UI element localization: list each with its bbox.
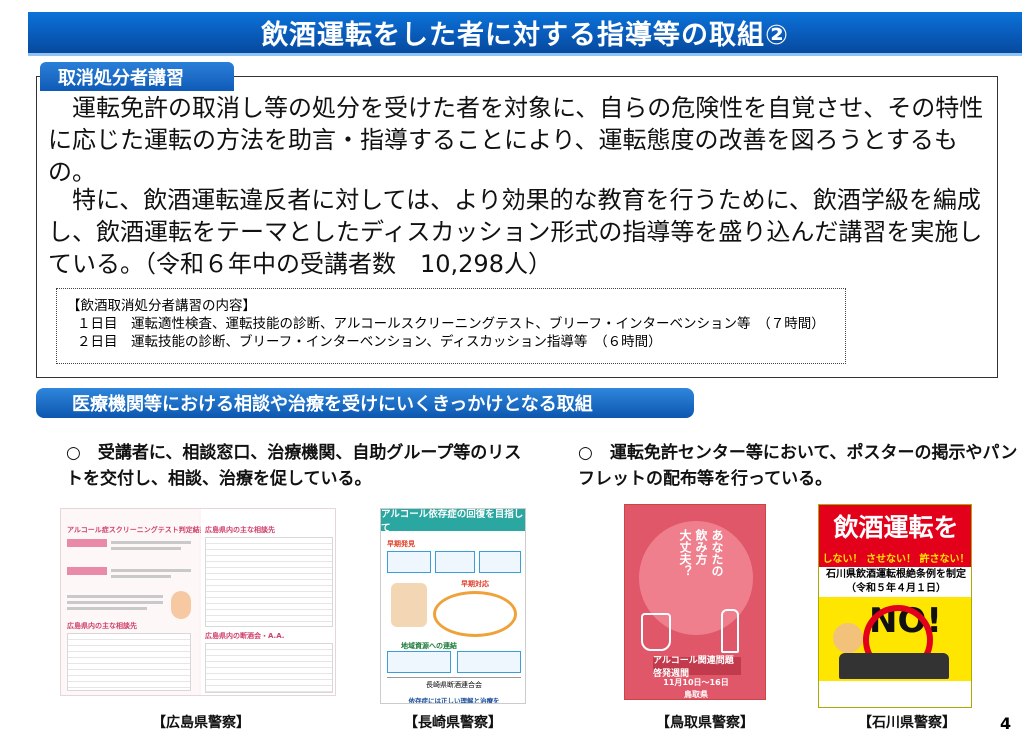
glass-icon (641, 613, 671, 651)
poster-law-text: 石川県飲酒運転根絶条例を制定 （令和５年４月１日） (819, 567, 971, 597)
text-line (67, 601, 163, 604)
hiroshima-brochure-image: アルコール症スクリーニングテスト判定結果 広島県内の主な相談先 広島県内の主な相… (60, 508, 336, 696)
course-day-1: １日目 運転適性検査、運転技能の診断、アルコールスクリーニングテスト、ブリーフ・… (77, 316, 825, 332)
page-number: 4 (1000, 714, 1012, 733)
vertical-text-1: あなたの (710, 529, 724, 577)
contact-table-right (205, 537, 333, 627)
course-day-2: ２日目 運転技能の診断、ブリーフ・インターベンション、ディスカッション指導等 （… (77, 334, 662, 350)
info-block (387, 551, 431, 573)
paragraph-2: 特に、飲酒運転違反者に対しては、より効果的な教育を行うために、飲酒学級を編成し、… (48, 186, 983, 278)
text-line (111, 547, 181, 550)
page-title: 飲酒運転をした者に対する指導等の取組② (261, 20, 789, 51)
page-title-bar: 飲酒運転をした者に対する指導等の取組② (28, 12, 1022, 56)
poster-footer: 依存症には正しい理解と治療を (408, 697, 500, 704)
brochure-title: アルコール症スクリーニングテスト判定結果 (67, 526, 207, 534)
course-content-box: 【飲酒取消処分者講習の内容】 １日目 運転適性検査、運転技能の診断、アルコールス… (56, 288, 846, 364)
cycle-arrow-icon (433, 591, 517, 637)
nagasaki-poster-image: アルコール依存症の回復を目指して 早期発見 早期対応 地域資源への連結 長崎県断… (380, 508, 526, 704)
poster-header: アルコール依存症の回復を目指して (381, 509, 525, 534)
caption-ishikawa: 【石川県警察】 (858, 715, 956, 731)
info-block (435, 551, 475, 573)
law-name: 石川県飲酒運転根絶条例を制定 (826, 569, 966, 580)
brochure-right-page: 広島県内の主な相談先 広島県内の断酒会・A.A. (201, 509, 335, 695)
prefecture-name: 鳥取県 (684, 690, 708, 699)
caption-nagasaki: 【長崎県警察】 (404, 715, 502, 731)
section-tab-label: 取消処分者講習 (40, 62, 234, 91)
awareness-dates: 11月10日～16日 (663, 678, 729, 687)
info-block (457, 651, 521, 673)
tottori-poster-image: あなたの 飲み方 大丈夫？ アルコール関連問題啓発週間 11月10日～16日 鳥… (624, 504, 766, 700)
association-name: 長崎県断酒連合会 (387, 677, 521, 695)
vertical-text-2: 飲み方 (694, 529, 708, 565)
car-icon (839, 653, 949, 679)
group-table (205, 643, 333, 693)
poster-slogan: しない！ させない！ 許さない！ (819, 547, 971, 567)
label-early-response: 早期対応 (461, 580, 489, 588)
ishikawa-poster-image: 飲酒運転を しない！ させない！ 許さない！ 石川県飲酒運転根絶条例を制定 （令… (818, 504, 972, 708)
person-illustration-icon (171, 591, 191, 619)
law-date: （令和５年４月１日） (846, 583, 946, 594)
drunk-face-icon (833, 623, 863, 653)
bullet-right: ○ 運転免許センター等において、ポスターの掲示やパンフレットの配布等を行っている… (578, 443, 1018, 489)
brochure-left-page: アルコール症スクリーニングテスト判定結果 広島県内の主な相談先 (61, 509, 207, 695)
brochure-list-heading: 広島県内の主な相談先 (67, 622, 137, 630)
paragraph-1: 運転免許の取消し等の処分を受けた者を対象に、自らの危険性を自覚させ、その特性に応… (48, 94, 984, 186)
text-line (67, 607, 147, 610)
people-illustration-icon (391, 583, 427, 627)
caption-tottori: 【鳥取県警察】 (656, 715, 754, 731)
section2-band: 医療機関等における相談や治療を受けにいくきっかけとなる取組 (36, 388, 694, 418)
text-line (111, 575, 171, 578)
info-block (387, 651, 451, 673)
text-line (111, 569, 191, 572)
text-line (67, 595, 163, 598)
label-community-link: 地域資源への連結 (401, 642, 457, 650)
poster-bottom-band (819, 681, 971, 707)
poster-headline: 飲酒運転を (819, 505, 971, 547)
text-line (111, 541, 191, 544)
label-early-detection: 早期発見 (387, 540, 415, 548)
bullet-left: ○ 受講者に、相談窓口、治療機関、自助グループ等のリストを交付し、相談、治療を促… (66, 443, 522, 489)
bottle-icon (721, 609, 739, 653)
brochure-list-heading-right: 広島県内の主な相談先 (205, 526, 275, 534)
vertical-text-3: 大丈夫？ (678, 529, 692, 577)
info-block (479, 551, 521, 573)
brochure-group-heading: 広島県内の断酒会・A.A. (205, 632, 285, 640)
contact-table (67, 633, 191, 691)
awareness-strip: アルコール関連問題啓発週間 (653, 656, 741, 679)
course-content-heading: 【飲酒取消処分者講習の内容】 (67, 298, 256, 314)
pink-header-block (67, 539, 107, 547)
caption-hiroshima: 【広島県警察】 (152, 715, 250, 731)
pink-header-block (67, 567, 107, 575)
